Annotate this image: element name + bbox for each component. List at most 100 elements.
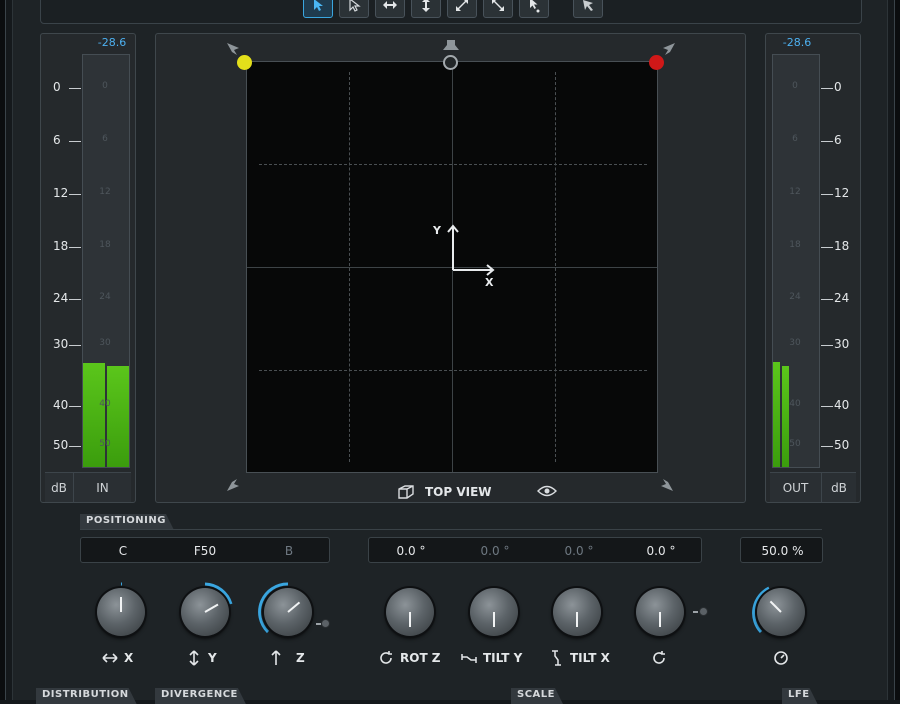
meter-scale-label: 0 [834, 80, 842, 94]
meter-inner-scale-label: 50 [789, 439, 801, 449]
rotation-value-1[interactable]: 0.0 ° [381, 544, 441, 558]
rotate-icon [380, 651, 392, 664]
view-mode-label[interactable]: TOP VIEW [425, 485, 492, 499]
meter-scale-label: 6 [834, 133, 842, 147]
x-position-knob[interactable] [91, 582, 151, 642]
tilt-y-knob-label: TILT Y [461, 650, 522, 666]
rotate-cw-icon [653, 651, 665, 664]
tilt-x-knob-body [553, 588, 601, 636]
rotation-link-toggle[interactable] [699, 607, 708, 616]
center-speaker-dot[interactable] [443, 55, 458, 70]
section-divider [80, 529, 822, 530]
input-peak-value: -28.6 [97, 36, 127, 49]
input-meter-panel: -28.6 dB IN 0 0 6 6 12 12 18 18 24 24 30 30 40 40 50 50 [40, 33, 136, 503]
meter-scale-tick [69, 345, 81, 346]
tilt-y-knob-body [470, 588, 518, 636]
meter-scale-label: 50 [834, 438, 850, 452]
z-link-toggle[interactable] [321, 619, 330, 628]
meter-inner-scale-label: 24 [789, 292, 801, 302]
meter-scale-label: 6 [53, 133, 61, 147]
meter-scale-tick [821, 345, 833, 346]
tilt-x-label-text: TILT X [570, 651, 610, 665]
rotation-value-3[interactable]: 0.0 ° [549, 544, 609, 558]
speaker-pointer-icon [583, 0, 593, 11]
meter-scale-label: 40 [834, 398, 850, 412]
rot-z-knob[interactable] [380, 582, 440, 642]
left-frame-strip [0, 0, 6, 700]
meter-scale-label: 30 [53, 337, 69, 351]
rotation-knob-body [636, 588, 684, 636]
output-meter-panel: -28.6 OUT dB 0 0 6 6 12 12 18 18 24 24 30 30 40 40 50 5… [765, 33, 861, 503]
meter-inner-scale-label: 12 [99, 187, 111, 197]
move-vertical-button[interactable] [411, 0, 441, 18]
meter-scale-label: 0 [53, 80, 61, 94]
output-meter-footer: OUT dB [770, 472, 856, 503]
rotation-value-box[interactable]: 0.0 ° 0.0 ° 0.0 ° 0.0 ° [368, 537, 702, 563]
meter-scale-tick [821, 446, 833, 447]
percent-value[interactable]: 50.0 % [741, 544, 824, 558]
move-horizontal-icon [383, 1, 397, 9]
y-knob-body [181, 588, 229, 636]
meter-inner-scale-label: 18 [789, 240, 801, 250]
y-position-knob[interactable] [175, 582, 235, 642]
meter-inner-scale-label: 24 [99, 292, 111, 302]
input-unit-label: dB [51, 480, 67, 495]
channel-value-b[interactable]: B [261, 544, 317, 558]
tilt-y-label-text: TILT Y [483, 651, 523, 665]
scale-section-tab: SCALE [511, 688, 563, 704]
rot-z-label-text: ROT Z [400, 651, 441, 665]
output-unit-label: dB [831, 480, 847, 495]
x-knob-label: X [102, 650, 133, 666]
y-label-text: Y [208, 651, 217, 665]
rotation-link-dash [693, 611, 698, 613]
meter-scale-tick [821, 247, 833, 248]
arrows-vertical-icon [189, 650, 199, 666]
percent-knob[interactable] [751, 582, 811, 642]
meter-scale-tick [69, 406, 81, 407]
channel-value-box[interactable]: C F50 B [80, 537, 330, 563]
speaker-pointer-button[interactable] [573, 0, 603, 18]
pointer-dot-button[interactable] [519, 0, 549, 18]
meter-inner-scale-label: 40 [789, 399, 801, 409]
meter-scale-tick [821, 141, 833, 142]
output-level-bar-right [782, 366, 789, 467]
z-position-knob[interactable] [258, 582, 318, 642]
channel-value-c[interactable]: C [95, 544, 151, 558]
channel-value-f[interactable]: F50 [177, 544, 233, 558]
grid-line [259, 164, 647, 165]
visibility-eye-icon[interactable] [537, 484, 557, 498]
meter-scale-label: 12 [53, 186, 69, 200]
meter-scale-label: 50 [53, 438, 69, 452]
rotation-value-2[interactable]: 0.0 ° [465, 544, 525, 558]
dial-icon [774, 651, 788, 665]
percent-knob-body [757, 588, 805, 636]
meter-scale-tick [69, 141, 81, 142]
meter-scale-tick [69, 247, 81, 248]
tilt-x-knob[interactable] [547, 582, 607, 642]
select-tool-button[interactable] [303, 0, 333, 18]
meter-scale-tick [821, 194, 833, 195]
select-arrow-icon [314, 0, 323, 11]
meter-inner-scale-label: 30 [99, 338, 111, 348]
select-outline-arrow-icon [349, 0, 361, 12]
move-diagonal-button[interactable] [447, 0, 477, 18]
z-knob-label: Z [268, 650, 305, 666]
move-horizontal-button[interactable] [375, 0, 405, 18]
tilt-y-knob[interactable] [464, 582, 524, 642]
meter-inner-scale-label: 6 [102, 134, 108, 144]
x-axis-label: X [485, 276, 494, 289]
speaker-rear-left-icon [227, 479, 239, 491]
panning-area[interactable]: Y X [246, 61, 658, 473]
move-antidiagonal-button[interactable] [483, 0, 513, 18]
rotation-knob[interactable] [630, 582, 690, 642]
pointer-dot-icon [530, 0, 540, 13]
meter-scale-label: 40 [53, 398, 69, 412]
view-cube-icon[interactable] [396, 482, 416, 502]
meter-inner-scale-label: 18 [99, 240, 111, 250]
percent-value-box[interactable]: 50.0 % [740, 537, 823, 563]
rotation-value-4[interactable]: 0.0 ° [631, 544, 691, 558]
output-level-bar-left [773, 362, 780, 467]
meter-inner-scale-label: 30 [789, 338, 801, 348]
select-outline-tool-button[interactable] [339, 0, 369, 18]
speaker-rear-right-icon [661, 479, 673, 491]
